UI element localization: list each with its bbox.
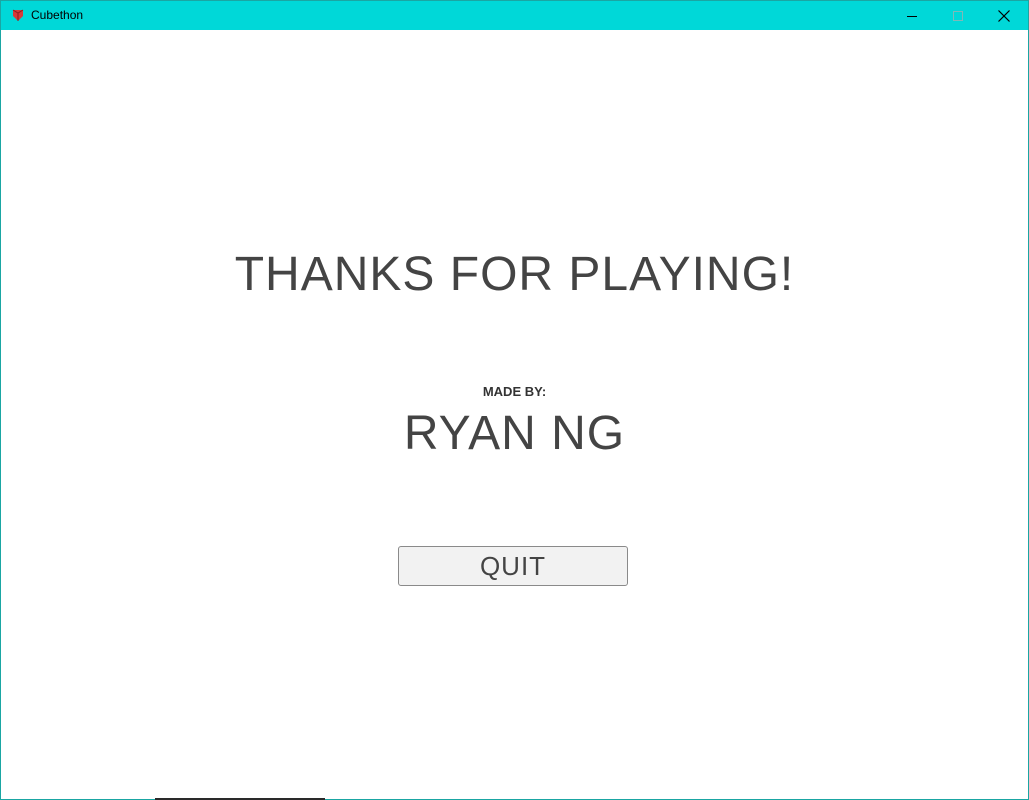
window-title: Cubethon (31, 8, 84, 22)
end-screen: THANKS FOR PLAYING! MADE BY: RYAN NG QUI… (1, 30, 1028, 799)
app-icon (12, 9, 24, 21)
quit-button[interactable]: QUIT (398, 546, 628, 586)
minimize-button[interactable] (889, 1, 935, 30)
author-name: RYAN NG (403, 407, 626, 460)
title-bar[interactable]: Cubethon (1, 1, 1028, 30)
maximize-icon (953, 10, 963, 21)
thanks-heading: THANKS FOR PLAYING! (234, 248, 795, 301)
minimize-icon (907, 15, 917, 17)
credits-label: MADE BY: (482, 384, 547, 399)
game-window: Cubethon THANKS FOR PLAYING! MADE BY: RY… (0, 0, 1029, 800)
maximize-button[interactable] (935, 1, 981, 30)
close-button[interactable] (981, 1, 1027, 30)
close-icon (998, 9, 1010, 22)
